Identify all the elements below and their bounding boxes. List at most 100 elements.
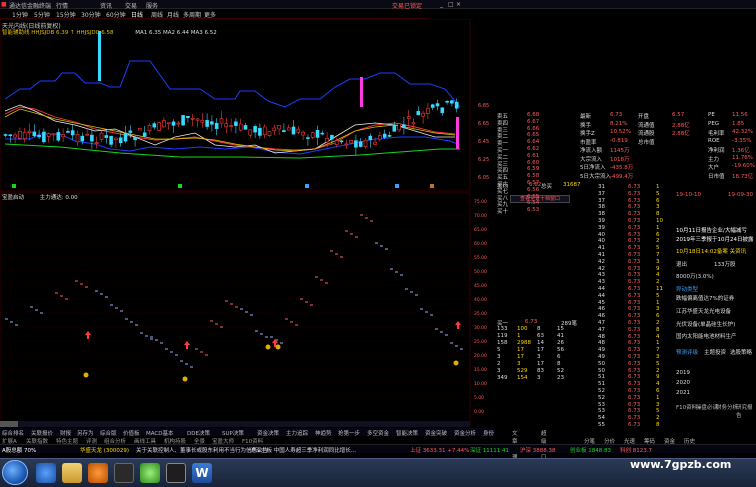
- time-scrollbar[interactable]: [0, 421, 470, 427]
- period-5min[interactable]: 5分钟: [34, 10, 50, 19]
- sector-item[interactable]: 国内太阳能电池材料生产: [676, 332, 737, 340]
- sector-item[interactable]: 江苏华盛天龙光电设备: [676, 307, 731, 315]
- order-detail-cell: 17: [537, 347, 544, 353]
- file-explorer-icon[interactable]: [62, 463, 82, 483]
- candle-body: [142, 132, 147, 137]
- start-button[interactable]: [2, 460, 28, 485]
- tab-forecast[interactable]: 预测评级: [676, 348, 698, 356]
- tick-cell: 3: [656, 354, 660, 360]
- ticker-item[interactable]: 沪深主板 中国人寿超三季净利润同比增长...: [250, 446, 356, 454]
- candle-body: [190, 118, 195, 120]
- tick-cell: 53: [598, 401, 605, 408]
- order-detail-row: 158 2988 14 26: [497, 340, 582, 347]
- order-detail-cell: 17: [517, 347, 524, 353]
- candle-body: [51, 133, 56, 136]
- stat-cell: 1.85: [732, 120, 745, 127]
- candle-body: [286, 127, 291, 131]
- ticker-item[interactable]: 科创 8123.7: [620, 446, 652, 454]
- news-item-2[interactable]: 2019年三季报于10月24日披露: [676, 235, 754, 243]
- period-weekly[interactable]: 周线: [151, 10, 163, 19]
- order-detail-cell: 52: [557, 368, 564, 374]
- ticker-item[interactable]: 华盛天龙 (300029): [80, 446, 129, 454]
- sub-axis-tick: 15.00: [474, 367, 487, 373]
- tick-cell: 1: [656, 184, 660, 190]
- zone-label: 退出: [676, 262, 688, 268]
- ticker-item[interactable]: 上证 3633.31 +7.44%: [410, 446, 469, 454]
- tick-cell: 48: [598, 333, 605, 340]
- window-maximize-button[interactable]: □: [448, 1, 454, 8]
- orderbook-row[interactable]: 买十 6.53: [497, 207, 597, 215]
- order-detail-cell: 41: [557, 333, 564, 339]
- order-detail-cell: 158: [497, 340, 508, 346]
- candle-body: [445, 100, 449, 103]
- candle-body: [94, 142, 99, 144]
- coin-marker: [265, 344, 271, 350]
- period-multi[interactable]: 多周期: [183, 10, 201, 19]
- ie-browser-icon[interactable]: [36, 463, 56, 483]
- period-1min[interactable]: 1分钟: [12, 10, 28, 19]
- footer-tab[interactable]: 财务分析: [716, 403, 738, 411]
- sector-item[interactable]: 跌幅偏离值达7%的证券: [676, 294, 734, 302]
- candle-body: [440, 107, 445, 114]
- order-detail-cell: 349: [497, 375, 508, 381]
- footer-tab[interactable]: 研究报告: [736, 403, 756, 419]
- ticker-item[interactable]: 沪深 3888.38: [520, 446, 556, 454]
- candle-body: [373, 141, 377, 145]
- tick-cell: 5: [656, 190, 660, 197]
- candle-body: [85, 133, 89, 136]
- order-detail-cell: 56: [557, 347, 564, 353]
- order-detail-cell: 529: [517, 368, 528, 374]
- period-60min[interactable]: 60分钟: [106, 10, 126, 19]
- tick-cell: 6.73: [628, 313, 641, 320]
- order-detail-cell: 17: [537, 361, 544, 367]
- ticker-item[interactable]: 关于关联控制人、董事长或股东利用不当行为信息公告: [136, 446, 268, 454]
- candle-body: [454, 101, 459, 109]
- ticker-item[interactable]: A股总额 70%: [2, 446, 36, 454]
- period-daily[interactable]: 日线: [131, 10, 143, 19]
- signal-marker: [305, 184, 309, 188]
- tick-cell: 4: [656, 381, 660, 388]
- word-icon[interactable]: W: [192, 463, 212, 483]
- ticker-item[interactable]: 创业板 1848.83: [570, 446, 611, 454]
- trading-app-icon-2[interactable]: [166, 463, 186, 483]
- ticker-item[interactable]: 深证 11111.41: [470, 446, 509, 454]
- period-monthly[interactable]: 月线: [167, 10, 179, 19]
- time-scrollbar-thumb[interactable]: [0, 421, 18, 427]
- tab-strategy[interactable]: 选股策略: [730, 348, 752, 356]
- tab-theme[interactable]: 主题投资: [704, 348, 726, 356]
- signal-marker: [178, 184, 182, 188]
- sector-item[interactable]: 光伏设备(单晶硅生长炉): [676, 320, 735, 328]
- zone-value: 8000万(3.0%): [676, 274, 714, 280]
- chat-app-icon[interactable]: [140, 463, 160, 483]
- order-detail-row: 119 1 63 41: [497, 333, 582, 340]
- stat-row: 换手 8.21% 流通值 2.88亿 PEG 1.85: [580, 120, 755, 129]
- tick-cell: 44: [598, 286, 605, 292]
- trading-app-icon[interactable]: [114, 463, 134, 483]
- window-close-button[interactable]: ×: [456, 1, 461, 8]
- tick-cell: 6.73: [628, 374, 641, 381]
- tick-cell: 6.73: [628, 204, 641, 211]
- period-more[interactable]: 更多: [204, 10, 216, 19]
- news-item-3[interactable]: 10月18日14:02备案 关资讯: [676, 247, 746, 255]
- period-15min[interactable]: 15分钟: [56, 10, 76, 19]
- footer-tab[interactable]: 操盘必读: [696, 403, 718, 411]
- candle-body: [310, 132, 315, 138]
- period-30min[interactable]: 30分钟: [81, 10, 101, 19]
- sub-indicator-lines: [5, 214, 463, 382]
- footer-tab[interactable]: F10资料: [676, 403, 697, 411]
- tick-cell: 1: [656, 299, 660, 306]
- news-item-1[interactable]: 10月11日报告企业/大幅减亏: [676, 226, 747, 234]
- media-player-icon[interactable]: [88, 463, 108, 483]
- chart-svg[interactable]: 6.85 6.65 6.45 6.25 6.05 75.00 70.00 65.00…: [0, 18, 495, 429]
- candle-body: [32, 131, 37, 137]
- stat-cell: 42.32%: [732, 129, 753, 135]
- candlesticks: [3, 31, 459, 155]
- tick-cell: 6.73: [628, 292, 641, 299]
- sub-axis-tick: 10.00: [474, 381, 487, 387]
- chart-area[interactable]: 6.85 6.65 6.45 6.25 6.05 75.00 70.00 65.00…: [0, 18, 495, 429]
- window-minimize-button[interactable]: _: [440, 1, 443, 8]
- tick-cell: 6.73: [628, 299, 641, 306]
- stat-cell: 18.73亿: [732, 173, 754, 180]
- stat-cell: 总市值: [638, 139, 655, 146]
- candle-body: [109, 135, 113, 145]
